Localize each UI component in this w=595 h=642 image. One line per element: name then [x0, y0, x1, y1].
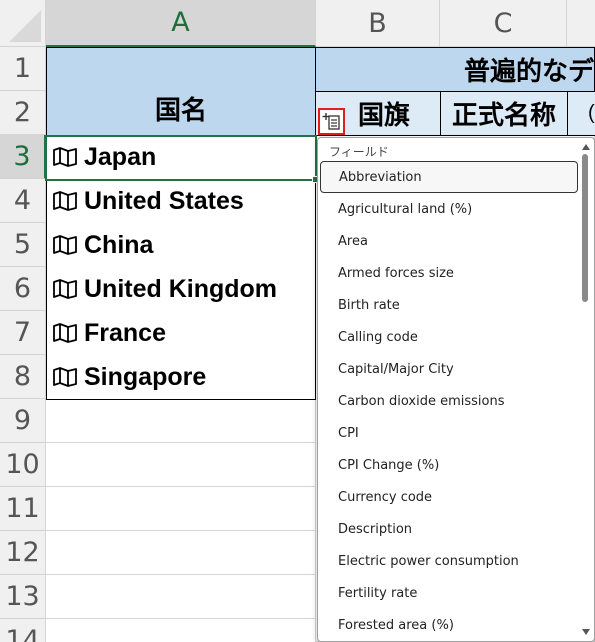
column-header-a[interactable]: A: [46, 0, 316, 47]
row-header-13[interactable]: 13: [0, 575, 46, 619]
cell-a13[interactable]: [46, 575, 316, 619]
map-icon: [53, 147, 77, 167]
row-header-14[interactable]: 14: [0, 619, 46, 642]
scroll-up-icon[interactable]: [582, 144, 590, 150]
row-header-1[interactable]: 1: [0, 47, 46, 91]
column-header-b[interactable]: B: [316, 0, 440, 47]
field-item[interactable]: Description: [320, 513, 578, 545]
dropdown-scrollbar[interactable]: [577, 138, 594, 641]
row-header-5[interactable]: 5: [0, 223, 46, 267]
map-icon: [53, 367, 77, 387]
country-name: France: [84, 318, 166, 347]
field-item[interactable]: Carbon dioxide emissions: [320, 385, 578, 417]
scroll-thumb[interactable]: [582, 154, 588, 302]
header-official-name[interactable]: 正式名称: [440, 91, 568, 136]
row-header-8[interactable]: 8: [0, 355, 46, 399]
row-header-11[interactable]: 11: [0, 487, 46, 531]
header-column-d-text: (: [588, 102, 595, 124]
field-item[interactable]: Currency code: [320, 481, 578, 513]
header-column-d-partial[interactable]: (: [567, 91, 595, 136]
country-cell-japan[interactable]: Japan: [46, 135, 316, 180]
country-cell-france[interactable]: France: [46, 311, 316, 356]
cell-a11[interactable]: [46, 487, 316, 531]
country-cell-united-states[interactable]: United States: [46, 179, 316, 224]
row-header-10[interactable]: 10: [0, 443, 46, 487]
country-cell-united-kingdom[interactable]: United Kingdom: [46, 267, 316, 312]
country-name: Singapore: [84, 362, 207, 391]
map-icon: [53, 191, 77, 211]
cell-a10[interactable]: [46, 443, 316, 487]
field-dropdown[interactable]: フィールド Abbreviation Agricultural land (%)…: [317, 137, 595, 642]
scroll-down-icon[interactable]: [582, 629, 590, 635]
column-header-c[interactable]: C: [440, 0, 567, 47]
field-item[interactable]: Agricultural land (%): [320, 193, 578, 225]
cell-a12[interactable]: [46, 531, 316, 575]
field-item[interactable]: Electric power consumption: [320, 545, 578, 577]
country-name: United Kingdom: [84, 274, 278, 303]
field-item[interactable]: Armed forces size: [320, 257, 578, 289]
country-name: United States: [84, 186, 244, 215]
cell-a14[interactable]: [46, 619, 316, 642]
insert-data-icon: [322, 112, 340, 130]
header-general-data-text: 普遍的なデ: [463, 56, 594, 86]
country-cell-china[interactable]: China: [46, 223, 316, 268]
map-icon: [53, 279, 77, 299]
row-header-9[interactable]: 9: [0, 399, 46, 443]
column-header-d[interactable]: [567, 0, 595, 47]
map-icon: [53, 323, 77, 343]
header-country-name[interactable]: 国名: [46, 47, 316, 136]
country-name: Japan: [84, 142, 157, 171]
country-name: China: [84, 230, 154, 259]
field-item[interactable]: Calling code: [320, 321, 578, 353]
header-general-data-banner[interactable]: 普遍的なデ: [315, 47, 595, 92]
row-header-12[interactable]: 12: [0, 531, 46, 575]
row-header-7[interactable]: 7: [0, 311, 46, 355]
cell-a9[interactable]: [46, 399, 316, 443]
row-header-3[interactable]: 3: [0, 135, 46, 179]
field-item[interactable]: Forested area (%): [320, 609, 578, 641]
field-item[interactable]: CPI Change (%): [320, 449, 578, 481]
field-item[interactable]: Area: [320, 225, 578, 257]
select-all-corner[interactable]: [0, 0, 46, 47]
header-flag-label: 国旗: [357, 100, 410, 130]
field-item[interactable]: CPI: [320, 417, 578, 449]
field-item[interactable]: Birth rate: [320, 289, 578, 321]
row-header-6[interactable]: 6: [0, 267, 46, 311]
field-list: Abbreviation Agricultural land (%) Area …: [320, 161, 578, 641]
field-item[interactable]: Abbreviation: [320, 161, 578, 193]
field-item[interactable]: Fertility rate: [320, 577, 578, 609]
row-header-4[interactable]: 4: [0, 179, 46, 223]
dropdown-title: フィールド: [329, 145, 389, 159]
row-header-2[interactable]: 2: [0, 91, 46, 135]
map-icon: [53, 235, 77, 255]
country-cell-singapore[interactable]: Singapore: [46, 355, 316, 400]
field-item[interactable]: Capital/Major City: [320, 353, 578, 385]
insert-data-button[interactable]: [318, 108, 345, 135]
